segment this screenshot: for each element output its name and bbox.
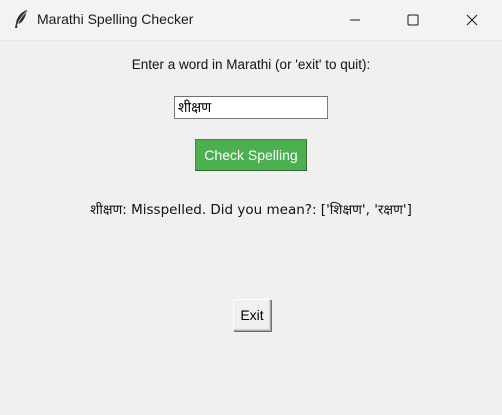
maximize-icon [407, 11, 419, 30]
app-window: Marathi Spelling Checker Enter a word in… [0, 0, 502, 415]
minimize-button[interactable] [326, 0, 384, 40]
exit-button[interactable]: Exit [233, 299, 271, 331]
minimize-icon [349, 11, 361, 30]
title-bar[interactable]: Marathi Spelling Checker [0, 0, 502, 41]
window-title: Marathi Spelling Checker [37, 11, 194, 27]
word-input[interactable] [174, 96, 328, 119]
close-button[interactable] [443, 0, 501, 40]
prompt-label: Enter a word in Marathi (or 'exit' to qu… [131, 57, 371, 72]
check-spelling-button[interactable]: Check Spelling [195, 139, 307, 171]
result-label: शीक्षण: Misspelled. Did you mean?: ['शिक… [90, 202, 412, 218]
close-icon [466, 11, 478, 30]
maximize-button[interactable] [384, 0, 442, 40]
feather-icon [12, 9, 30, 31]
